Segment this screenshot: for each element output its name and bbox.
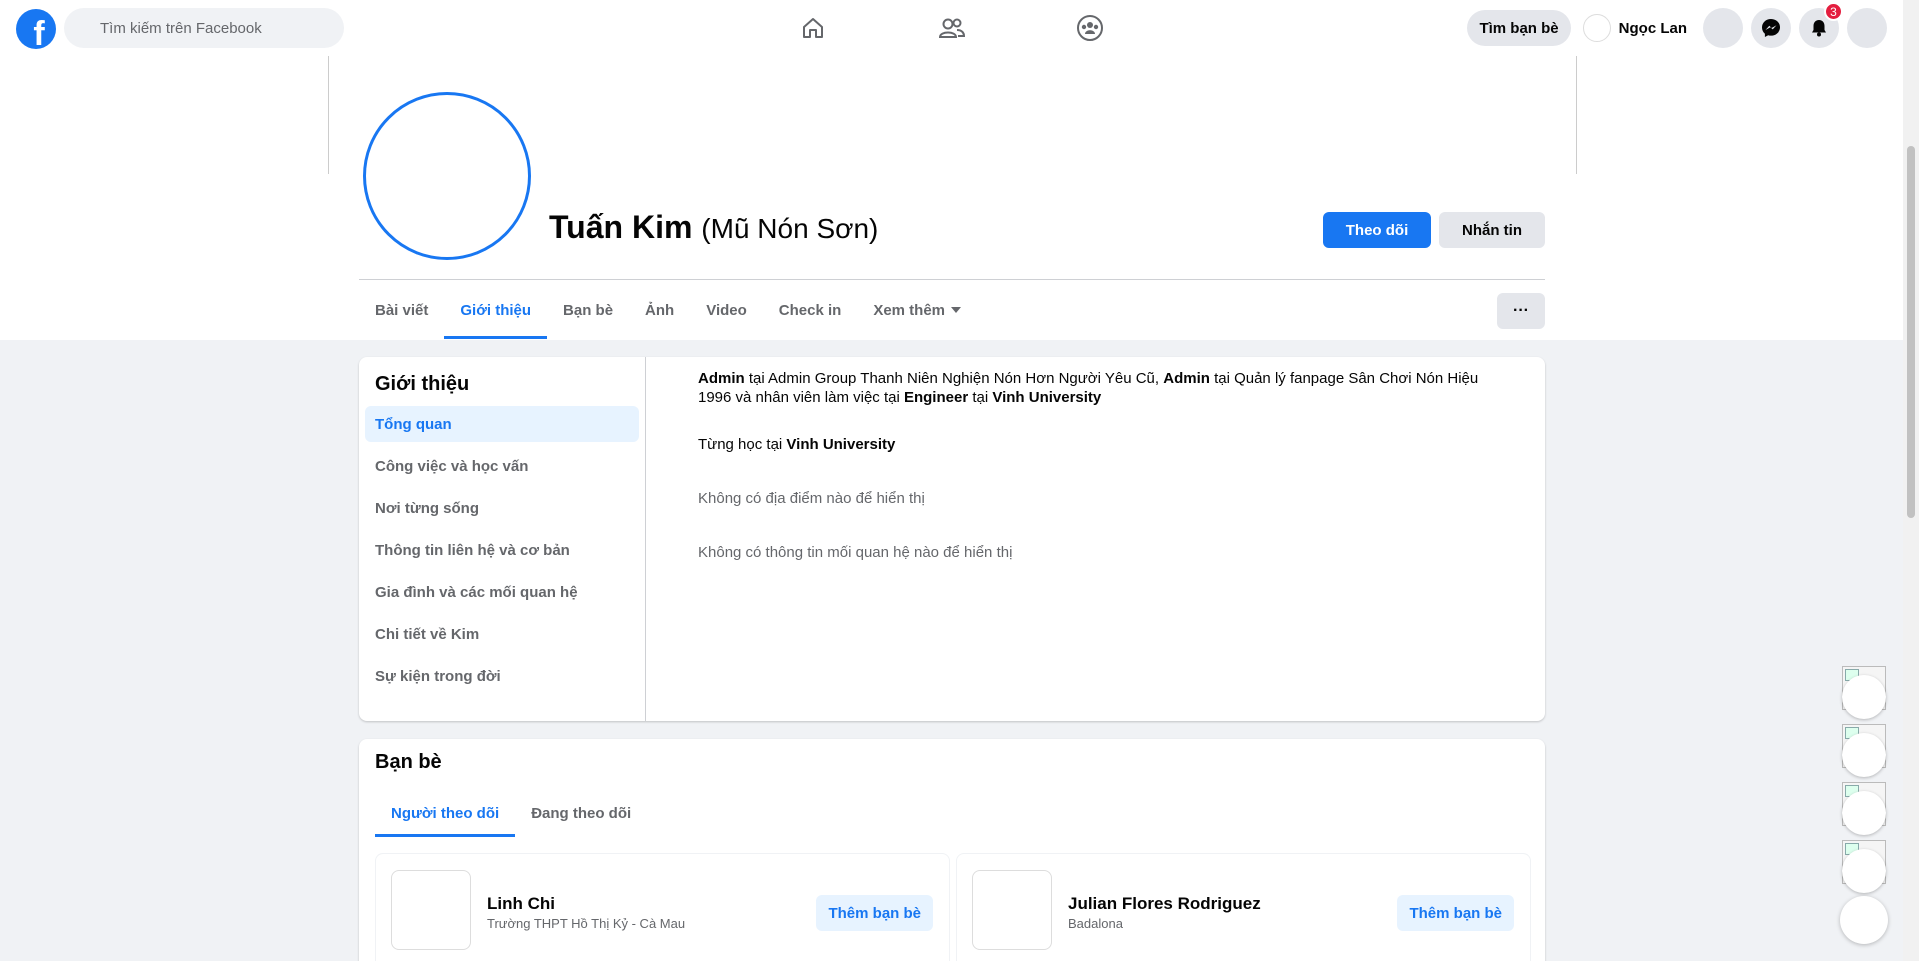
contact-bubble[interactable]: [1840, 724, 1888, 777]
facebook-logo-icon[interactable]: f: [16, 9, 56, 49]
profile-name-main: Tuấn Kim: [549, 209, 693, 245]
friend-card: Julian Flores Rodriguez Badalona Thêm bạ…: [956, 853, 1531, 961]
friend-avatar[interactable]: [972, 870, 1052, 950]
tab-checkin[interactable]: Check in: [763, 281, 858, 339]
top-navbar: f Tìm bạn bè Ngọc Lan 3: [0, 0, 1903, 56]
about-nav-work-education[interactable]: Công việc và học vấn: [365, 448, 639, 484]
friend-card: Linh Chi Trường THPT Hồ Thị Kỷ - Cà Mau …: [375, 853, 950, 961]
about-title: Giới thiệu: [375, 373, 470, 395]
tab-see-more[interactable]: Xem thêm: [857, 281, 977, 339]
about-sidebar: Giới thiệu Tổng quan Công việc và học vấ…: [359, 357, 646, 721]
work-role-2[interactable]: Admin: [1163, 370, 1210, 387]
about-card: Giới thiệu Tổng quan Công việc và học vấ…: [359, 357, 1545, 721]
work-role-1[interactable]: Admin: [698, 370, 745, 387]
contact-avatar: [1842, 675, 1886, 719]
education-prefix: Từng học tại: [698, 436, 787, 453]
me-name: Ngọc Lan: [1618, 19, 1687, 37]
groups-icon[interactable]: [1074, 12, 1106, 44]
about-content: Admin tại Admin Group Thanh Niên Nghiện …: [646, 357, 1545, 721]
friend-avatar[interactable]: [391, 870, 471, 950]
add-friend-button[interactable]: Thêm bạn bè: [816, 895, 933, 931]
me-avatar: [1582, 14, 1611, 42]
work-employer[interactable]: Vinh University: [992, 389, 1101, 406]
about-nav-details[interactable]: Chi tiết về Kim: [365, 616, 639, 652]
tab-see-more-label: Xem thêm: [873, 301, 946, 319]
profile-tabs: Bài viết Giới thiệu Bạn bè Ảnh Video Che…: [359, 281, 977, 339]
profile-avatar[interactable]: [363, 92, 531, 260]
work-role-3[interactable]: Engineer: [904, 389, 968, 406]
contact-avatar: [1842, 849, 1886, 893]
notification-badge: 3: [1824, 2, 1843, 21]
search-input[interactable]: [64, 8, 344, 48]
about-nav-family[interactable]: Gia đình và các mối quan hệ: [365, 574, 639, 610]
friends-icon[interactable]: [936, 12, 968, 44]
work-text-3: tại: [968, 389, 993, 406]
contact-avatar: [1842, 733, 1886, 777]
contact-bubble[interactable]: [1840, 666, 1888, 719]
places-empty: Không có địa điểm nào để hiển thị: [698, 490, 925, 507]
tab-posts[interactable]: Bài viết: [359, 281, 444, 339]
scrollbar-thumb[interactable]: [1907, 146, 1915, 518]
more-options-button[interactable]: ···: [1497, 293, 1545, 329]
message-button[interactable]: Nhắn tin: [1439, 212, 1545, 248]
friends-tabs: Người theo dõi Đang theo dõi: [375, 789, 647, 837]
friends-card: Bạn bè Người theo dõi Đang theo dõi Linh…: [359, 739, 1545, 961]
tab-following[interactable]: Đang theo dõi: [515, 789, 647, 837]
me-profile-chip[interactable]: Ngọc Lan: [1579, 10, 1695, 46]
tab-followers[interactable]: Người theo dõi: [375, 789, 516, 837]
home-icon[interactable]: [797, 12, 829, 44]
education-info: Từng học tại Vinh University: [698, 435, 1493, 454]
nav-right: Tìm bạn bè Ngọc Lan 3: [1467, 2, 1887, 48]
friends-title: Bạn bè: [375, 751, 442, 773]
messenger-button[interactable]: [1751, 8, 1791, 48]
contact-bubble[interactable]: [1840, 840, 1888, 893]
about-nav-overview[interactable]: Tổng quan: [365, 406, 639, 442]
friend-name[interactable]: Julian Flores Rodriguez: [1068, 894, 1261, 914]
tab-photos[interactable]: Ảnh: [629, 281, 690, 339]
find-friends-button[interactable]: Tìm bạn bè: [1467, 10, 1571, 46]
tab-about[interactable]: Giới thiệu: [444, 281, 547, 339]
page-scrollbar[interactable]: [1903, 0, 1919, 961]
relationship-empty: Không có thông tin mối quan hệ nào để hi…: [698, 544, 1013, 561]
header-divider: [359, 279, 1545, 280]
friend-subtitle: Trường THPT Hồ Thị Kỷ - Cà Mau: [487, 916, 686, 931]
messenger-icon: [1762, 19, 1780, 37]
about-nav-contact[interactable]: Thông tin liên hệ và cơ bản: [365, 532, 639, 568]
friend-name[interactable]: Linh Chi: [487, 894, 555, 914]
education-school[interactable]: Vinh University: [786, 436, 895, 453]
contact-avatar: [1842, 791, 1886, 835]
profile-name: Tuấn Kim (Mũ Nón Sơn): [549, 209, 878, 246]
tab-video[interactable]: Video: [690, 281, 763, 339]
menu-icon[interactable]: [1703, 8, 1743, 48]
work-text-1: tại Admin Group Thanh Niên Nghiện Nón Hơ…: [744, 370, 1164, 387]
about-nav-places[interactable]: Nơi từng sống: [365, 490, 639, 526]
notifications-button[interactable]: 3: [1799, 2, 1843, 48]
new-message-bubble[interactable]: [1840, 896, 1888, 944]
friend-subtitle: Badalona: [1068, 916, 1123, 931]
contact-bubble[interactable]: [1840, 782, 1888, 835]
work-info: Admin tại Admin Group Thanh Niên Nghiện …: [698, 369, 1493, 407]
cover-edge-right: [1576, 56, 1577, 174]
about-nav-life-events[interactable]: Sự kiện trong đời: [365, 658, 639, 694]
tab-friends[interactable]: Bạn bè: [547, 281, 629, 339]
account-icon[interactable]: [1847, 8, 1887, 48]
follow-button[interactable]: Theo dõi: [1323, 212, 1431, 248]
caret-down-icon: [951, 307, 962, 313]
bell-icon: [1812, 20, 1826, 37]
profile-alt-name: (Mũ Nón Sơn): [701, 213, 879, 244]
add-friend-button[interactable]: Thêm bạn bè: [1397, 895, 1514, 931]
more-options-icon: ···: [1513, 302, 1529, 319]
cover-edge-left: [328, 56, 329, 174]
